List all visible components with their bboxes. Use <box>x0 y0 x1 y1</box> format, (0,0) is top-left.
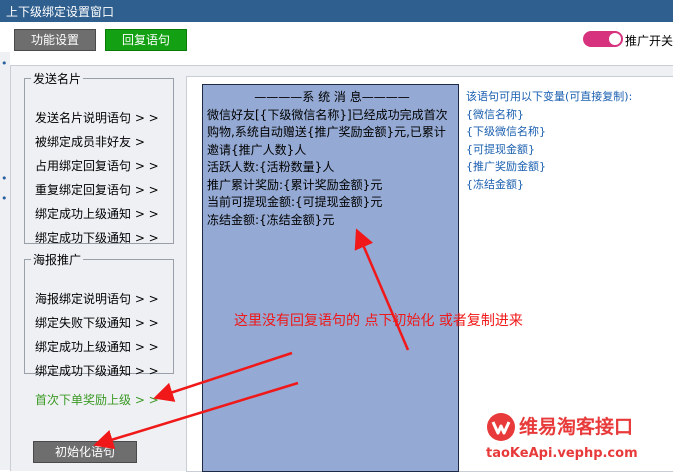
promotion-toggle-label: 推广开关 <box>625 34 673 48</box>
variable-item[interactable]: {下级微信名称} <box>466 123 632 141</box>
menu-item-bind-fail-lower[interactable]: 绑定失败下级通知 > > <box>35 314 159 331</box>
logo-icon <box>487 413 515 441</box>
toolbar <box>0 22 673 52</box>
menu-item-poster-success-upper[interactable]: 绑定成功上级通知 > > <box>35 338 159 355</box>
reply-sentences-button[interactable]: 回复语句 <box>105 29 187 51</box>
init-sentence-button[interactable]: 初始化语句 <box>33 441 137 463</box>
message-line: 微信好友[{下级微信名称}]已经成功完成首次购物,系统自动赠送{推广奖励金额}元… <box>207 107 448 157</box>
menu-item-poster-success-lower[interactable]: 绑定成功下级通知 > > <box>35 362 159 379</box>
function-settings-button[interactable]: 功能设置 <box>14 29 96 51</box>
variable-item[interactable]: {推广奖励金额} <box>466 158 632 176</box>
variable-item[interactable]: {可提现金额} <box>466 141 632 159</box>
variable-list: 该语句可用以下变量(可直接复制): {微信名称} {下级微信名称} {可提现金额… <box>466 88 632 193</box>
watermark-logo: 维易淘客接口 taoKeApi.vephp.com <box>483 408 673 470</box>
message-line: 冻结金额:{冻结金额}元 <box>207 212 335 227</box>
left-edge-strip: • • • <box>0 52 10 470</box>
promotion-toggle[interactable] <box>583 31 623 47</box>
annotation-text: 这里没有回复语句的 点下初始化 或者复制进来 <box>234 313 523 329</box>
message-content: ————系 统 消 息———— 微信好友[{下级微信名称}]已经成功完成首次购物… <box>207 89 457 229</box>
first-order-reward-link[interactable]: 首次下单奖励上级 > > <box>35 391 159 408</box>
poster-promotion-group: 海报推广 海报绑定说明语句 > > 绑定失败下级通知 > > 绑定成功上级通知 … <box>24 251 174 378</box>
toggle-knob <box>609 33 621 45</box>
menu-item-not-friend[interactable]: 被绑定成员非好友 > <box>35 133 145 150</box>
edge-glyph: • <box>1 57 8 70</box>
edge-glyph: • <box>1 192 8 205</box>
message-line: 活跃人数:{活粉数量}人 <box>207 160 335 174</box>
menu-item-card-explain[interactable]: 发送名片说明语句 > > <box>35 109 159 126</box>
menu-item-bind-success-upper[interactable]: 绑定成功上级通知 > > <box>35 205 159 222</box>
menu-item-poster-explain[interactable]: 海报绑定说明语句 > > <box>35 290 159 307</box>
variable-item[interactable]: {冻结金额} <box>466 176 632 194</box>
menu-item-duplicate-reply[interactable]: 重复绑定回复语句 > > <box>35 181 159 198</box>
menu-item-occupied-reply[interactable]: 占用绑定回复语句 > > <box>35 157 159 174</box>
group-legend: 发送名片 <box>33 72 82 86</box>
group-legend: 海报推广 <box>33 253 82 267</box>
window-title: 上下级绑定设置窗口 <box>6 5 115 19</box>
logo-url: taoKeApi.vephp.com <box>486 446 638 461</box>
message-line: 当前可提现金额:{可提现金额}元 <box>207 195 383 209</box>
menu-item-bind-success-lower[interactable]: 绑定成功下级通知 > > <box>35 229 159 246</box>
message-header: ————系 统 消 息———— <box>254 90 410 104</box>
send-card-group: 发送名片 发送名片说明语句 > > 被绑定成员非好友 > 占用绑定回复语句 > … <box>24 70 174 246</box>
logo-name: 维易淘客接口 <box>519 416 634 438</box>
variable-item[interactable]: {微信名称} <box>466 106 632 124</box>
variable-hint: 该语句可用以下变量(可直接复制): <box>466 90 633 103</box>
message-line: 推广累计奖励:{累计奖励金额}元 <box>207 177 383 192</box>
message-textarea[interactable]: ————系 统 消 息———— 微信好友[{下级微信名称}]已经成功完成首次购物… <box>202 84 459 472</box>
window-titlebar: 上下级绑定设置窗口 <box>0 0 673 22</box>
edge-glyph: • <box>1 172 8 185</box>
